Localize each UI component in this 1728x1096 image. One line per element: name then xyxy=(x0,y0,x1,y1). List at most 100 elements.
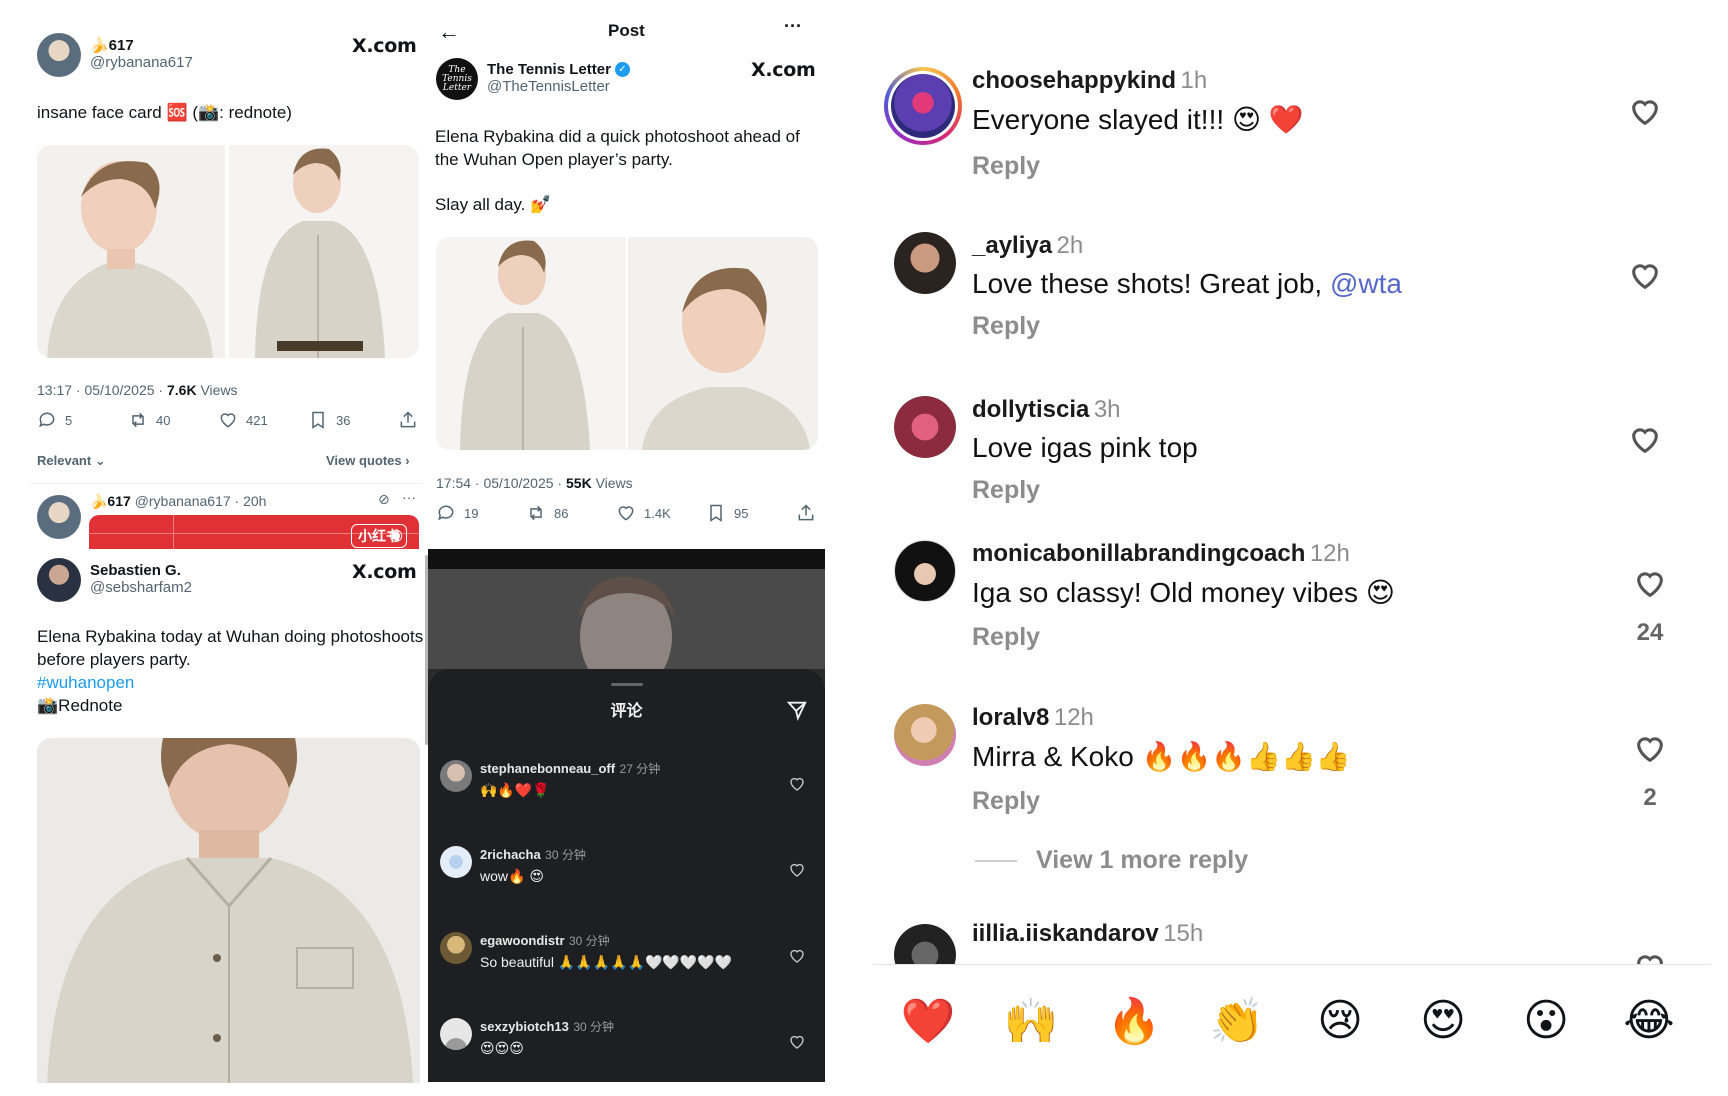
mention-link[interactable]: @wta xyxy=(1330,268,1402,299)
views-count: 7.6K xyxy=(167,382,197,398)
reply-preview-header[interactable]: 🍌617 @rybanana617 · 20h xyxy=(90,493,266,510)
display-name: 🍌617 xyxy=(90,37,134,54)
comment-user[interactable]: monicabonillabrandingcoach xyxy=(972,540,1305,567)
repost-button[interactable]: 40 xyxy=(128,410,170,430)
comment-user[interactable]: egawoondistr xyxy=(480,933,565,948)
post-photo[interactable] xyxy=(229,145,419,358)
comment-time: 30 分钟 xyxy=(545,848,586,862)
emoji-heart-button[interactable]: ❤️ xyxy=(898,995,958,1047)
avatar[interactable] xyxy=(37,495,81,539)
heart-icon[interactable] xyxy=(788,861,806,879)
comment-user[interactable]: iillia.iiskandarov xyxy=(972,920,1159,947)
video-preview[interactable] xyxy=(428,569,825,669)
heart-icon[interactable] xyxy=(1633,950,1667,964)
comment-text: 😍😍😍 xyxy=(480,1040,524,1056)
avatar[interactable]: The Tennis Letter xyxy=(436,58,478,100)
drag-handle[interactable] xyxy=(611,683,643,686)
comment-item: monicabonillabrandingcoach 12h Iga so cl… xyxy=(972,540,1395,652)
more-icon[interactable]: ··· xyxy=(402,489,416,505)
post3-author[interactable]: The Tennis Letter ✓ @TheTennisLetter xyxy=(487,61,630,95)
post-photo[interactable] xyxy=(628,237,818,450)
heart-icon[interactable] xyxy=(1628,423,1662,457)
reply-button[interactable]: Reply xyxy=(972,476,1198,505)
emoji-clap-button[interactable]: 👏 xyxy=(1207,995,1267,1047)
avatar[interactable] xyxy=(884,67,962,145)
avatar[interactable] xyxy=(37,558,81,602)
heart-icon xyxy=(220,413,236,428)
comment-item: 2richacha 30 分钟 wow🔥 😍 xyxy=(480,846,586,885)
heart-icon[interactable] xyxy=(1633,567,1667,601)
avatar[interactable] xyxy=(894,232,956,294)
comment-time: 1h xyxy=(1180,67,1208,94)
like-button[interactable]: 421 xyxy=(218,410,268,430)
comment-user[interactable]: choosehappykind xyxy=(972,67,1176,94)
sort-dropdown[interactable]: Relevant ⌄ xyxy=(37,453,106,469)
heart-icon[interactable] xyxy=(788,775,806,793)
avatar[interactable] xyxy=(894,540,956,602)
share-button[interactable] xyxy=(398,410,418,430)
send-icon[interactable] xyxy=(786,699,808,721)
bookmark-icon xyxy=(312,411,324,429)
heart-icon xyxy=(618,506,634,521)
post2-author[interactable]: Sebastien G. @sebsharfam2 xyxy=(90,562,192,596)
comment-time: 27 分钟 xyxy=(619,762,661,776)
avatar[interactable] xyxy=(37,33,81,77)
heart-icon[interactable] xyxy=(788,947,806,965)
share-button[interactable] xyxy=(796,503,816,523)
views-count: 55K xyxy=(566,475,592,491)
avatar[interactable] xyxy=(440,1018,472,1050)
avatar[interactable] xyxy=(894,396,956,458)
repost-count: 86 xyxy=(554,505,569,521)
comment-user[interactable]: _ayliya xyxy=(972,232,1052,259)
heart-icon[interactable] xyxy=(1628,259,1662,293)
avatar[interactable] xyxy=(440,846,472,878)
emoji-raised-hands-button[interactable]: 🙌 xyxy=(1001,995,1061,1047)
avatar[interactable] xyxy=(894,704,956,766)
comment-user[interactable]: 2richacha xyxy=(480,847,541,862)
emoji-crying-button[interactable]: 😢 xyxy=(1310,995,1370,1046)
grok-icon[interactable]: ⊘ xyxy=(378,491,390,508)
divider xyxy=(873,964,1711,965)
comment-user[interactable]: sexzybiotch13 xyxy=(480,1019,569,1034)
post-text-line: Elena Rybakina did a quick photoshoot ah… xyxy=(435,127,800,146)
comment-item: egawoondistr 30 分钟 So beautiful 🙏🙏🙏🙏🙏🤍🤍🤍… xyxy=(480,932,732,971)
comment-item: choosehappykind 1h Everyone slayed it!!!… xyxy=(972,67,1304,181)
emoji-laughing-button[interactable]: 😂 xyxy=(1619,995,1679,1046)
avatar[interactable] xyxy=(440,932,472,964)
repost-button[interactable]: 86 xyxy=(526,503,568,523)
comment-user[interactable]: dollytiscia xyxy=(972,396,1089,423)
reply-button[interactable]: Reply xyxy=(972,312,1402,341)
bookmark-button[interactable]: 95 xyxy=(706,503,748,523)
avatar[interactable] xyxy=(894,924,956,964)
avatar[interactable] xyxy=(440,760,472,792)
comment-user[interactable]: stephanebonneau_off xyxy=(480,761,615,776)
reply-button[interactable]: Reply xyxy=(972,623,1395,652)
view-more-replies-button[interactable]: View 1 more reply xyxy=(1036,846,1248,875)
bookmark-button[interactable]: 36 xyxy=(308,410,350,430)
comment-user[interactable]: loralv8 xyxy=(972,704,1049,731)
heart-icon[interactable] xyxy=(1628,95,1662,129)
post-photo[interactable] xyxy=(436,237,626,450)
post-text-line: before players party. xyxy=(37,650,191,669)
post-photo[interactable] xyxy=(37,145,225,358)
heart-icon[interactable] xyxy=(788,1033,806,1051)
emoji-heart-eyes-button[interactable]: 😍 xyxy=(1413,995,1473,1046)
reply-button[interactable]: 19 xyxy=(436,503,478,523)
post-text-line: Elena Rybakina today at Wuhan doing phot… xyxy=(37,627,424,646)
heart-icon[interactable] xyxy=(1633,732,1667,766)
emoji-fire-button[interactable]: 🔥 xyxy=(1104,995,1164,1047)
reply-preview-image[interactable]: ◉ 小红书 xyxy=(89,515,419,549)
post1-author[interactable]: 🍌617 @rybanana617 xyxy=(90,36,193,71)
like-button[interactable]: 1.4K xyxy=(616,503,671,523)
back-arrow-icon[interactable]: ← xyxy=(438,19,460,45)
reply-button[interactable]: Reply xyxy=(972,787,1351,816)
more-icon[interactable]: ··· xyxy=(784,16,802,37)
view-quotes-link[interactable]: View quotes › xyxy=(326,453,410,468)
hashtag-link[interactable]: #wuhanopen xyxy=(37,671,429,694)
post-photo[interactable] xyxy=(37,738,420,1083)
reply-button[interactable]: Reply xyxy=(972,152,1304,181)
handle: @rybanana617 xyxy=(90,54,193,71)
emoji-surprised-button[interactable]: 😮 xyxy=(1516,995,1576,1046)
display-name: The Tennis Letter xyxy=(487,61,611,78)
reply-button[interactable]: 5 xyxy=(37,410,72,430)
